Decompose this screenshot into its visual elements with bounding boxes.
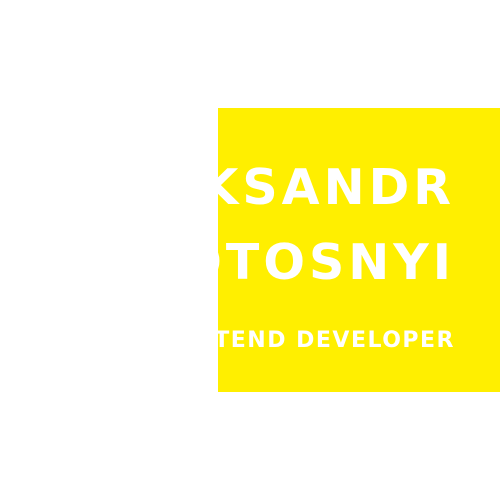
last-name: KHOTOSNYI — [93, 234, 455, 291]
job-title: FRONTEND DEVELOPER — [139, 328, 455, 353]
logo-canvas: OLEKSANDR KHOTOSNYI FRONTEND DEVELOPER — [0, 0, 500, 500]
first-name: OLEKSANDR — [82, 159, 455, 216]
name-title-group: OLEKSANDR KHOTOSNYI FRONTEND DEVELOPER — [0, 0, 500, 500]
